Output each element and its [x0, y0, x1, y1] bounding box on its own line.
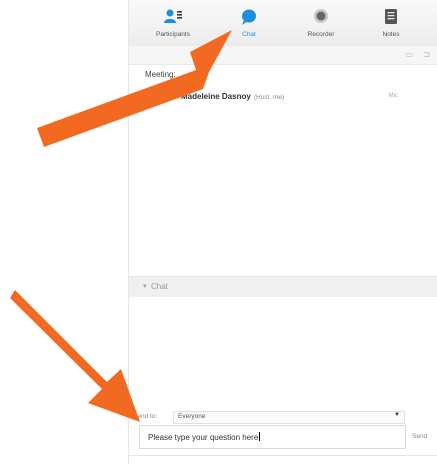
arrow-to-chat-tab-icon — [37, 30, 232, 147]
arrow-to-chat-input-icon — [10, 290, 140, 422]
arrow-annotation-layer — [10, 30, 232, 422]
